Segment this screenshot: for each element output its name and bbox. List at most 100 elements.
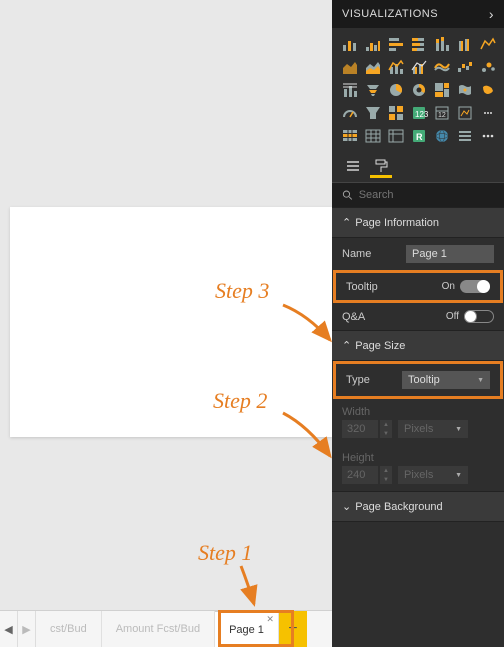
viz-card-icon[interactable] <box>340 103 360 123</box>
section-page-information[interactable]: ⌃ Page Information <box>332 207 504 238</box>
unit-value: Pixels <box>404 423 433 435</box>
svg-text:R: R <box>416 132 423 142</box>
viz-line-clustered-icon[interactable] <box>363 57 383 77</box>
chevron-down-icon: ▼ <box>477 377 484 384</box>
viz-donut-icon[interactable] <box>409 80 429 100</box>
viz-combo1-icon[interactable] <box>455 57 475 77</box>
spinner-buttons: ▲▼ <box>380 466 392 484</box>
chevron-up-icon: ⌃ <box>342 339 351 352</box>
viz-globe-icon[interactable] <box>432 126 452 146</box>
viz-funnel-icon[interactable] <box>340 126 360 146</box>
viz-shape-icon[interactable] <box>478 103 498 123</box>
search-row <box>332 183 504 207</box>
page-tab-label: Page 1 <box>229 624 264 636</box>
page-tab-0[interactable]: cst/Bud <box>36 611 102 647</box>
viz-stacked-area-icon[interactable] <box>340 34 360 54</box>
viz-line-icon[interactable] <box>455 34 475 54</box>
type-dropdown[interactable]: Tooltip ▼ <box>402 371 490 389</box>
qa-label: Q&A <box>342 311 365 323</box>
viz-filled-map-icon[interactable] <box>455 80 475 100</box>
section-title: Page Size <box>355 340 405 352</box>
prop-name: Name <box>332 238 504 270</box>
toggle-on-icon <box>460 280 490 293</box>
spinner-buttons: ▲▼ <box>380 420 392 438</box>
tab-nav-next[interactable]: ▶ <box>18 611 36 647</box>
prop-width-label: Width <box>332 399 504 420</box>
page-tab-label: cst/Bud <box>50 623 87 635</box>
page-tab-label: Amount Fcst/Bud <box>116 623 200 635</box>
viz-waterfall-icon[interactable] <box>409 57 429 77</box>
viz-stacked-column-icon[interactable] <box>409 34 429 54</box>
viz-scatter-icon[interactable] <box>432 57 452 77</box>
arrow-step3 <box>278 300 338 350</box>
visualizations-panel: VISUALIZATIONS › 123 12 <box>332 0 504 647</box>
viz-gallery: 123 12 R <box>332 28 504 150</box>
prop-width: 320 ▲▼ Pixels ▼ <box>332 420 504 445</box>
paint-roller-icon <box>373 158 389 174</box>
tab-nav-prev[interactable]: ◀ <box>0 611 18 647</box>
viz-line-stacked-icon[interactable] <box>340 57 360 77</box>
viz-combo2-icon[interactable] <box>478 57 498 77</box>
format-mode-button[interactable] <box>370 156 392 178</box>
viz-more-icon[interactable] <box>478 126 498 146</box>
width-value: 320 <box>342 420 378 438</box>
viz-pie-icon[interactable] <box>386 80 406 100</box>
viz-multi-card-icon[interactable] <box>363 103 383 123</box>
name-label: Name <box>342 248 371 260</box>
caret-down-icon: ▼ <box>380 475 392 484</box>
viz-clustered-bar-icon[interactable] <box>386 34 406 54</box>
page-tab-1[interactable]: Amount Fcst/Bud <box>102 611 215 647</box>
viz-matrix-icon[interactable]: 12 <box>432 103 452 123</box>
section-page-background[interactable]: ⌄ Page Background <box>332 491 504 522</box>
section-title: Page Information <box>355 217 439 229</box>
viz-treemap-icon[interactable] <box>363 80 383 100</box>
panel-header[interactable]: VISUALIZATIONS › <box>332 0 504 28</box>
height-label: Height <box>342 452 374 464</box>
toggle-state-text: Off <box>446 311 459 322</box>
fields-icon <box>345 158 361 174</box>
chevron-right-icon: › <box>489 6 494 22</box>
arrow-step2 <box>278 408 338 463</box>
viz-table-icon[interactable] <box>455 103 475 123</box>
prop-height: 240 ▲▼ Pixels ▼ <box>332 466 504 491</box>
plus-icon: + <box>288 620 297 638</box>
viz-slicer-icon[interactable]: 123 <box>409 103 429 123</box>
width-unit-dropdown: Pixels ▼ <box>398 420 468 438</box>
height-value: 240 <box>342 466 378 484</box>
chevron-up-icon: ⌃ <box>342 216 351 229</box>
prop-height-label: Height <box>332 445 504 466</box>
viz-python-icon[interactable] <box>386 126 406 146</box>
name-input[interactable] <box>406 245 494 263</box>
mode-row <box>332 150 504 183</box>
unit-value: Pixels <box>404 469 433 481</box>
height-spinner: 240 ▲▼ <box>342 466 392 484</box>
chevron-down-icon: ▼ <box>455 426 462 433</box>
viz-map-icon[interactable] <box>432 80 452 100</box>
viz-gauge-icon[interactable] <box>478 80 498 100</box>
viz-clustered-column-icon[interactable] <box>432 34 452 54</box>
viz-funnel-h-icon[interactable] <box>340 80 360 100</box>
prop-qa: Q&A Off <box>332 303 504 330</box>
viz-area-icon[interactable] <box>478 34 498 54</box>
viz-r-script-icon[interactable]: R <box>409 126 429 146</box>
section-page-size[interactable]: ⌃ Page Size <box>332 330 504 361</box>
viz-kpi-icon[interactable] <box>386 103 406 123</box>
fields-mode-button[interactable] <box>342 156 364 178</box>
qa-toggle[interactable]: Off <box>446 310 494 323</box>
viz-ribbon-icon[interactable] <box>386 57 406 77</box>
viz-stacked-bar-icon[interactable] <box>363 34 383 54</box>
toggle-state-text: On <box>442 281 455 292</box>
page-tab-2[interactable]: Page 1 ✕ <box>215 611 279 647</box>
type-label: Type <box>346 374 370 386</box>
search-icon <box>342 189 353 201</box>
tooltip-toggle[interactable]: On <box>442 280 490 293</box>
page-tab-strip: ◀ ▶ cst/Bud Amount Fcst/Bud Page 1 ✕ + <box>0 610 360 647</box>
viz-filter-icon[interactable] <box>363 126 383 146</box>
viz-more-h-icon[interactable] <box>455 126 475 146</box>
dropdown-value: Tooltip <box>408 374 440 386</box>
panel-title: VISUALIZATIONS <box>342 8 438 20</box>
add-page-button[interactable]: + <box>279 611 307 647</box>
close-icon[interactable]: ✕ <box>266 614 274 625</box>
search-input[interactable] <box>359 189 494 201</box>
chevron-down-icon: ▼ <box>455 472 462 479</box>
